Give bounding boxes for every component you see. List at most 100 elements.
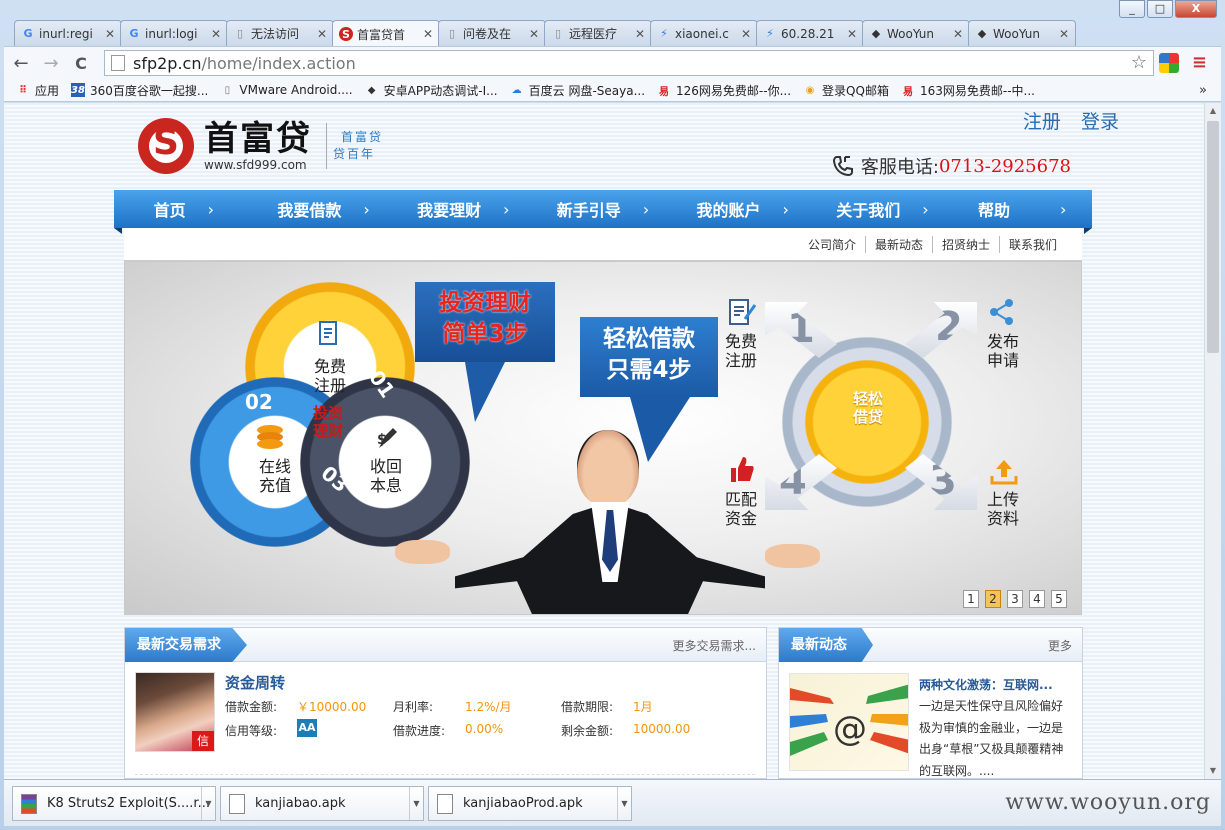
tab-close-icon[interactable]: ✕ xyxy=(953,27,963,41)
news-panel-title: 最新动态 xyxy=(779,628,873,662)
nav-item-account[interactable]: 我的账户 › xyxy=(673,190,813,228)
menu-icon[interactable]: ≡ xyxy=(1192,52,1207,73)
scroll-thumb[interactable] xyxy=(1207,121,1219,353)
trade-more-link[interactable]: 更多交易需求... xyxy=(673,637,756,654)
bookmark-item[interactable]: 易 163网易免费邮--中... xyxy=(901,82,1035,99)
address-bar[interactable]: sfp2p.cn/home/index.action ☆ xyxy=(104,50,1154,76)
site-logo[interactable]: 首富贷 www.sfd999.com 首富贷 贷百年 xyxy=(138,118,383,174)
bookmark-apps[interactable]: ⠿ 应用 xyxy=(16,82,59,99)
page-scrollbar[interactable]: ▲ ▼ xyxy=(1204,103,1221,779)
subnav-contact[interactable]: 联系我们 xyxy=(998,235,1066,253)
scroll-down-icon[interactable]: ▼ xyxy=(1205,763,1221,779)
borrower-avatar[interactable]: 信 xyxy=(135,672,215,752)
pager-dot[interactable]: 3 xyxy=(1007,590,1023,608)
bookmark-item[interactable]: 38 360百度谷歌一起搜... xyxy=(71,82,208,99)
extension-icon[interactable] xyxy=(1159,53,1179,73)
browser-tab[interactable]: Ginurl:logi ✕ xyxy=(120,20,228,46)
minimize-button[interactable]: _ xyxy=(1119,0,1145,18)
loan-step-apply: 发布 申请 xyxy=(983,332,1023,370)
step-label: 免费 xyxy=(724,332,757,351)
tab-close-icon[interactable]: ✕ xyxy=(847,27,857,41)
browser-tab[interactable]: ⚡ 60.28.21 ✕ xyxy=(756,20,864,46)
browser-tab-active[interactable]: S 首富贷首 ✕ xyxy=(332,20,440,47)
bookmarks-overflow-icon[interactable]: » xyxy=(1199,83,1207,98)
pager-dot-active[interactable]: 2 xyxy=(985,590,1001,608)
browser-tab[interactable]: Ginurl:regi ✕ xyxy=(14,20,122,46)
browser-tab[interactable]: ▯ 无法访问 ✕ xyxy=(226,20,334,46)
bookmark-item[interactable]: ◉ 登录QQ邮箱 xyxy=(803,82,889,99)
nav-item-guide[interactable]: 新手引导 › xyxy=(533,190,673,228)
tab-close-icon[interactable]: ✕ xyxy=(105,27,115,41)
nav-item-borrow[interactable]: 我要借款 › xyxy=(254,190,394,228)
download-name: K8 Struts2 Exploit(S....r... xyxy=(47,796,210,811)
chevron-down-icon[interactable]: ▼ xyxy=(201,787,215,820)
reload-button[interactable]: C xyxy=(68,50,94,76)
subnav-company[interactable]: 公司简介 xyxy=(799,236,865,253)
trade-panel: 最新交易需求 更多交易需求... 信 资金周转 借款金额: ￥10000.00 … xyxy=(124,627,767,779)
tab-close-icon[interactable]: ✕ xyxy=(741,27,751,41)
news-image[interactable]: @ xyxy=(789,673,909,771)
pager-dot[interactable]: 1 xyxy=(963,590,979,608)
nav-item-help[interactable]: 帮助 › xyxy=(952,190,1092,228)
loan-item[interactable]: 信 资金周转 借款金额: ￥10000.00 月利率: 1.2%/月 借款期限:… xyxy=(135,672,755,752)
bookmark-item[interactable]: ☁ 百度云 网盘-Seaya... xyxy=(510,82,645,99)
nav-item-invest[interactable]: 我要理财 › xyxy=(393,190,533,228)
loan-step-match: 匹配 资金 xyxy=(721,490,761,528)
close-window-button[interactable]: X xyxy=(1175,0,1217,18)
upload-icon xyxy=(990,460,1018,485)
back-button[interactable]: ← xyxy=(8,50,34,76)
window-controls: _ □ X xyxy=(1119,0,1217,18)
step-label: 发布 xyxy=(986,332,1019,351)
bookmark-label: 安卓APP动态调试-I... xyxy=(383,83,498,98)
loan-step-upload: 上传 资料 xyxy=(983,490,1023,528)
download-name: kanjiabaoProd.apk xyxy=(463,796,583,811)
nav-label: 新手引导 xyxy=(556,201,621,220)
browser-tab[interactable]: ◆ WooYun ✕ xyxy=(862,20,970,46)
restore-button[interactable]: □ xyxy=(1147,0,1173,18)
bookmark-item[interactable]: ◆ 安卓APP动态调试-I... xyxy=(365,82,498,99)
chevron-down-icon[interactable]: ▼ xyxy=(409,787,423,820)
hero-banner[interactable]: 免费 注册 在线 充值 收回 本息 01 02 03 投资 理财 $ 投资理财 简单3步 … xyxy=(124,261,1082,615)
subnav-jobs[interactable]: 招贤纳士 xyxy=(931,235,999,253)
news-title[interactable]: 两种文化激荡：互联网... xyxy=(919,676,1053,693)
chevron-down-icon[interactable]: ▼ xyxy=(617,787,631,820)
google-icon: G xyxy=(129,27,139,40)
grade-label: 信用等级: xyxy=(225,724,278,738)
download-item[interactable]: kanjiabaoProd.apk ▼ xyxy=(428,786,632,821)
logo-url: www.sfd999.com xyxy=(204,158,307,172)
loan-title[interactable]: 资金周转 xyxy=(225,672,285,693)
coins-icon xyxy=(257,425,283,449)
tab-close-icon[interactable]: ✕ xyxy=(211,27,221,41)
scroll-up-icon[interactable]: ▲ xyxy=(1205,103,1221,119)
step-label: 免费 xyxy=(313,357,346,376)
apps-grid-icon: ⠿ xyxy=(19,84,27,96)
tab-close-icon[interactable]: ✕ xyxy=(635,27,645,41)
bookmark-item[interactable]: 易 126网易免费邮--你... xyxy=(657,82,791,99)
download-item[interactable]: K8 Struts2 Exploit(S....r... ▼ xyxy=(12,786,216,821)
bookmark-item[interactable]: ▯ VMware Android.... xyxy=(220,83,353,97)
register-link[interactable]: 注册 xyxy=(1023,111,1061,133)
tab-close-icon[interactable]: ✕ xyxy=(1059,27,1069,41)
nav-item-home[interactable]: 首页 › xyxy=(114,190,254,228)
tab-close-icon[interactable]: ✕ xyxy=(529,27,539,41)
pager-dot[interactable]: 5 xyxy=(1051,590,1067,608)
credit-badge: 信 xyxy=(192,731,214,751)
loan-divider xyxy=(135,774,755,775)
subnav-news[interactable]: 最新动态 xyxy=(864,235,932,253)
tab-close-icon[interactable]: ✕ xyxy=(423,27,433,41)
news-more-link[interactable]: 更多 xyxy=(1048,637,1072,654)
hotline-number: 0713-2925678 xyxy=(938,155,1071,177)
browser-tab[interactable]: ◆ WooYun ✕ xyxy=(968,20,1076,46)
download-item[interactable]: kanjiabao.apk ▼ xyxy=(220,786,424,821)
nav-item-about[interactable]: 关于我们 › xyxy=(813,190,953,228)
tab-close-icon[interactable]: ✕ xyxy=(317,27,327,41)
login-link[interactable]: 登录 xyxy=(1081,111,1119,133)
browser-window: _ □ X Ginurl:regi ✕ Ginurl:logi ✕ ▯ 无法访问 ✕ S… xyxy=(0,0,1225,830)
browser-tab[interactable]: ▯ 问卷及在 ✕ xyxy=(438,20,546,46)
browser-tab[interactable]: ▯ 远程医疗 ✕ xyxy=(544,20,652,46)
bookmark-star-icon[interactable]: ☆ xyxy=(1131,52,1147,73)
pager-dot[interactable]: 4 xyxy=(1029,590,1045,608)
forward-button[interactable]: → xyxy=(38,50,64,76)
browser-tab[interactable]: ⚡ xiaonei.c ✕ xyxy=(650,20,758,46)
slogan-line: 贷百年 xyxy=(333,147,376,161)
